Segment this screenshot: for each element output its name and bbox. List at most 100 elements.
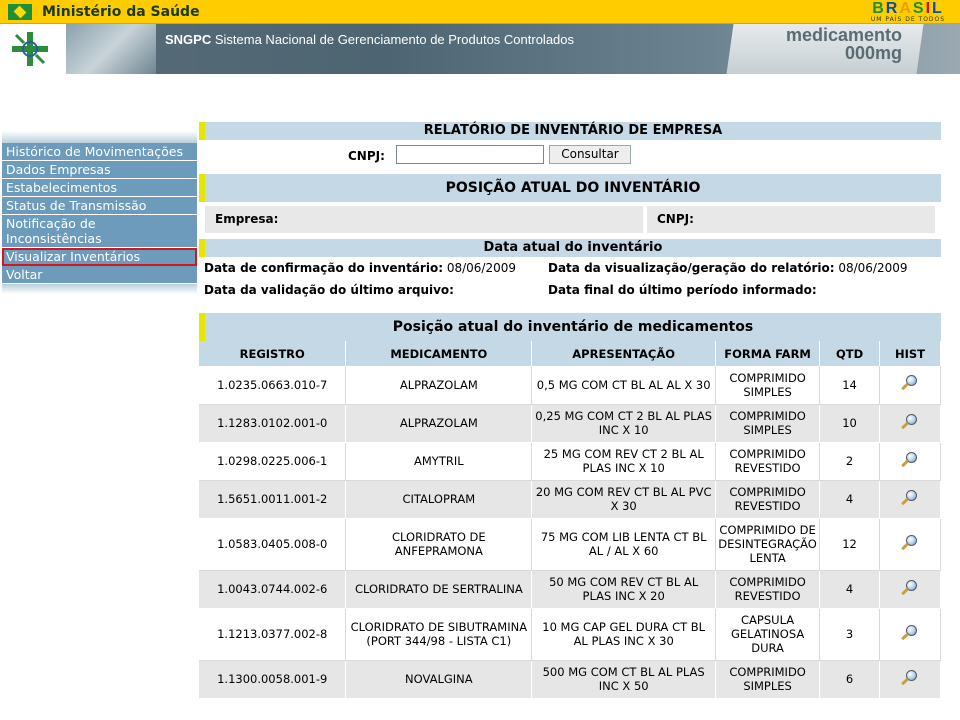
cell-forma-farm: COMPRIMIDO DE DESINTEGRAÇÃO LENTA (715, 518, 821, 571)
menu-item-historico[interactable]: Histórico de Movimentações (2, 143, 197, 161)
cnpj-input[interactable] (396, 145, 544, 164)
cell-medicamento: ALPRAZOLAM (345, 366, 533, 405)
main-content: RELATÓRIO DE INVENTÁRIO DE EMPRESA CNPJ:… (199, 122, 941, 699)
app-title: SNGPC Sistema Nacional de Gerenciamento … (165, 32, 574, 47)
menu-item-voltar[interactable]: Voltar (2, 266, 197, 284)
table-row: 1.5651.0011.001-2 CITALOPRAM 20 MG COM REV… (199, 480, 941, 519)
meds-section-title: Posição atual do inventário de medicamen… (199, 313, 941, 341)
cell-forma-farm: COMPRIMIDO REVESTIDO (715, 442, 821, 481)
gov-bar: Ministério da Saúde BRASIL UM PAÍS DE TO… (0, 0, 960, 24)
confirm-date-label: Data de confirmação do inventário: (204, 261, 444, 275)
cell-apresentacao: 50 MG COM REV CT BL AL PLAS INC X 20 (531, 570, 717, 609)
cell-medicamento: ALPRAZOLAM (345, 404, 533, 443)
magnifier-icon[interactable] (900, 624, 920, 642)
cell-apresentacao: 500 MG COM CT BL AL PLAS INC X 50 (531, 660, 717, 699)
cell-registro: 1.0583.0405.008-0 (199, 518, 347, 571)
empresa-label: Empresa: (205, 206, 643, 233)
table-row: 1.0043.0744.002-6 CLORIDRATO DE SERTRALIN… (199, 570, 941, 609)
cell-apresentacao: 20 MG COM REV CT BL AL PVC X 30 (531, 480, 717, 519)
app-banner: SNGPC Sistema Nacional de Gerenciamento … (0, 24, 960, 74)
magnifier-icon[interactable] (900, 669, 920, 687)
confirm-date-value: 08/06/2009 (446, 261, 517, 275)
magnifier-icon[interactable] (900, 579, 920, 597)
col-header-qtd: QTD (819, 341, 881, 366)
table-row: 1.0235.0663.010-7 ALPRAZOLAM 0,5 MG COM CT… (199, 366, 941, 405)
cnpj-info-label: CNPJ: (647, 206, 935, 233)
cell-qtd: 12 (819, 518, 881, 571)
anvisa-logo-icon (12, 32, 48, 66)
cell-hist (879, 366, 941, 405)
cell-qtd: 4 (819, 480, 881, 519)
ministry-title[interactable]: Ministério da Saúde (42, 4, 200, 20)
magnifier-icon[interactable] (900, 374, 920, 392)
cell-forma-farm: COMPRIMIDO SIMPLES (715, 404, 821, 443)
cell-qtd: 2 (819, 442, 881, 481)
cell-forma-farm: COMPRIMIDO SIMPLES (715, 660, 821, 699)
inventory-table: REGISTRO MEDICAMENTO APRESENTAÇÃO FORMA … (199, 341, 941, 699)
cell-medicamento: CITALOPRAM (345, 480, 533, 519)
menu-top-cap (2, 131, 197, 143)
cell-forma-farm: COMPRIMIDO SIMPLES (715, 366, 821, 405)
cell-qtd: 4 (819, 570, 881, 609)
cell-apresentacao: 0,25 MG COM CT 2 BL AL PLAS INC X 10 (531, 404, 717, 443)
brasil-logo[interactable]: BRASIL UM PAÍS DE TODOS (862, 1, 954, 24)
date-line-2: Data da validação do último arquivo: Dat… (199, 279, 941, 301)
cell-hist (879, 570, 941, 609)
sidebar-menu: Histórico de Movimentações Dados Empresa… (2, 131, 197, 294)
table-row: 1.0583.0405.008-0 CLORIDRATO DE ANFEPRAMO… (199, 518, 941, 571)
cell-registro: 1.0235.0663.010-7 (199, 366, 347, 405)
col-header-registro: REGISTRO (199, 341, 347, 366)
validation-date-label: Data da validação do último arquivo: (204, 283, 454, 297)
magnifier-icon[interactable] (900, 413, 920, 431)
menu-item-dados-empresas[interactable]: Dados Empresas (2, 161, 197, 179)
cell-medicamento: AMYTRIL (345, 442, 533, 481)
cell-registro: 1.0043.0744.002-6 (199, 570, 347, 609)
menu-item-status-transmissao[interactable]: Status de Transmissão (2, 197, 197, 215)
table-row: 1.1283.0102.001-0 ALPRAZOLAM 0,25 MG COM C… (199, 404, 941, 443)
magnifier-icon[interactable] (900, 489, 920, 507)
menu-item-estabelecimentos[interactable]: Estabelecimentos (2, 179, 197, 197)
banner-photo (66, 24, 156, 74)
table-header-row: REGISTRO MEDICAMENTO APRESENTAÇÃO FORMA … (199, 341, 941, 366)
brasil-slogan: UM PAÍS DE TODOS (870, 16, 946, 23)
magnifier-icon[interactable] (900, 451, 920, 469)
cell-qtd: 6 (819, 660, 881, 699)
cell-registro: 1.1213.0377.002-8 (199, 608, 347, 661)
app-short-name: SNGPC (165, 32, 212, 47)
cell-registro: 1.1283.0102.001-0 (199, 404, 347, 443)
cnpj-label: CNPJ: (348, 149, 385, 163)
final-date-label: Data final do último período informado: (548, 283, 817, 297)
date-section-title: Data atual do inventário (199, 239, 941, 257)
med-line2: 000mg (844, 43, 902, 63)
report-title: RELATÓRIO DE INVENTÁRIO DE EMPRESA (199, 122, 941, 140)
medicine-box-text: medicamento 000mg (786, 26, 902, 62)
cell-qtd: 10 (819, 404, 881, 443)
company-info-row: Empresa: CNPJ: (199, 206, 941, 233)
view-date-value: 08/06/2009 (838, 261, 908, 275)
cell-registro: 1.5651.0011.001-2 (199, 480, 347, 519)
cell-hist (879, 480, 941, 519)
col-header-hist: HIST (879, 341, 941, 366)
menu-bottom-cap (2, 284, 197, 294)
cell-apresentacao: 75 MG COM LIB LENTA CT BL AL / AL X 60 (531, 518, 717, 571)
table-row: 1.1300.0058.001-9 NOVALGINA 500 MG COM CT … (199, 660, 941, 699)
menu-item-notificacao[interactable]: Notificação de Inconsistências (2, 215, 197, 248)
menu-item-visualizar-inventarios[interactable]: Visualizar Inventários (2, 248, 197, 266)
cell-hist (879, 608, 941, 661)
cell-hist (879, 442, 941, 481)
cell-hist (879, 518, 941, 571)
col-header-medicamento: MEDICAMENTO (345, 341, 533, 366)
cell-registro: 1.1300.0058.001-9 (199, 660, 347, 699)
med-line1: medicamento (785, 25, 902, 45)
app-full-name: Sistema Nacional de Gerenciamento de Pro… (214, 32, 575, 47)
view-date-label: Data da visualização/geração do relatóri… (548, 261, 835, 275)
magnifier-icon[interactable] (900, 534, 920, 552)
table-row: 1.0298.0225.006-1 AMYTRIL 25 MG COM REV CT… (199, 442, 941, 481)
consultar-button[interactable]: Consultar (549, 145, 631, 164)
cell-registro: 1.0298.0225.006-1 (199, 442, 347, 481)
table-row: 1.1213.0377.002-8 CLORIDRATO DE SIBUTRAMI… (199, 608, 941, 661)
cell-qtd: 14 (819, 366, 881, 405)
cell-forma-farm: CAPSULA GELATINOSA DURA (715, 608, 821, 661)
date-line-1: Data de confirmação do inventário: 08/06… (199, 257, 941, 279)
brazil-flag-icon (8, 4, 32, 20)
